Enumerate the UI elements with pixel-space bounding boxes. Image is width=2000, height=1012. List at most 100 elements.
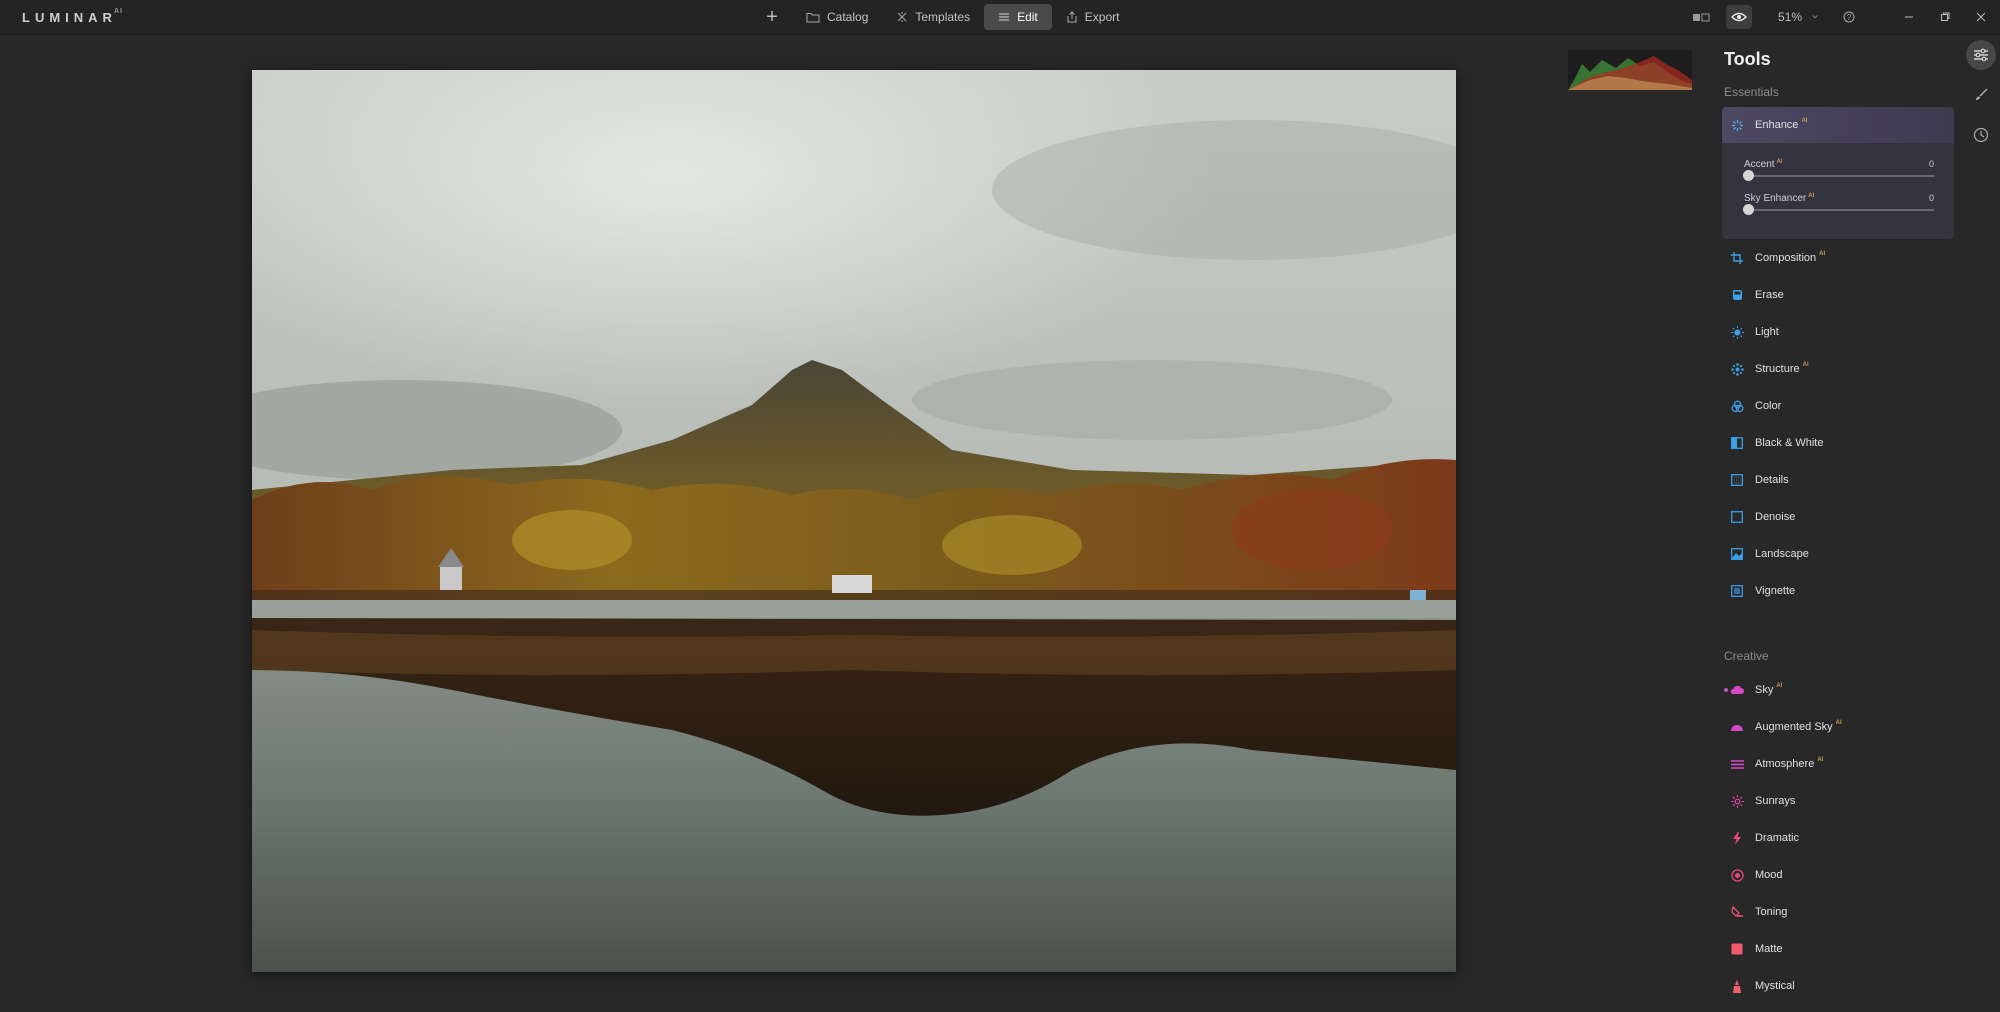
photo-canvas[interactable] (252, 70, 1456, 972)
restore-button[interactable] (1934, 0, 1956, 34)
tool-structure[interactable]: Structure AI (1722, 355, 1954, 383)
sky-enhancer-knob[interactable] (1743, 204, 1754, 215)
tab-edit-label: Edit (1017, 10, 1038, 24)
toning-icon (1730, 905, 1744, 919)
main-nav: + Catalog Templates Edit Export (758, 4, 1133, 30)
tab-export[interactable]: Export (1052, 4, 1134, 30)
accent-value: 0 (1928, 159, 1934, 169)
mystical-icon (1730, 979, 1744, 993)
tool-sky[interactable]: Sky AI (1722, 676, 1954, 704)
compare-icon (1693, 13, 1710, 22)
sun-icon (1730, 325, 1744, 339)
tool-label: Sky (1755, 684, 1774, 696)
tab-edit[interactable]: Edit (984, 4, 1052, 30)
minimize-button[interactable] (1898, 0, 1920, 34)
tool-label: Denoise (1755, 511, 1796, 523)
ai-badge: AI (1801, 118, 1808, 124)
tool-label: Vignette (1755, 585, 1796, 597)
folder-icon (806, 12, 820, 22)
brush-icon (1976, 88, 1988, 100)
essentials-label: Essentials (1724, 85, 1779, 99)
accent-label-text: Accent (1744, 159, 1775, 170)
history-panel-button[interactable] (1966, 120, 1996, 150)
tool-details[interactable]: Details (1722, 466, 1954, 494)
tool-label: Composition (1755, 252, 1817, 264)
compare-button[interactable] (1690, 0, 1712, 34)
zoom-dropdown[interactable]: 51% (1778, 0, 1818, 34)
accent-knob[interactable] (1743, 170, 1754, 181)
augmented-sky-icon (1730, 720, 1744, 734)
tool-label: Light (1755, 326, 1779, 338)
add-button[interactable]: + (758, 7, 786, 27)
sky-enhancer-slider[interactable]: Sky Enhancer AI 0 (1743, 193, 1934, 217)
tool-mood[interactable]: Mood (1722, 861, 1954, 889)
tool-black-white[interactable]: Black & White (1722, 429, 1954, 457)
tool-label: Structure (1755, 363, 1800, 375)
tool-label: Color (1755, 400, 1782, 412)
enhance-header[interactable]: Enhance AI (1722, 107, 1954, 143)
tool-toning[interactable]: Toning (1722, 898, 1954, 926)
tool-denoise[interactable]: Denoise (1722, 503, 1954, 531)
enhance-panel: Enhance AI Accent AI 0 Sky Enhancer AI 0 (1722, 107, 1954, 239)
matte-icon (1730, 942, 1744, 956)
tool-atmosphere[interactable]: Atmosphere AI (1722, 750, 1954, 778)
brush-panel-button[interactable] (1966, 80, 1996, 110)
tool-erase[interactable]: Erase (1722, 281, 1954, 309)
tool-dramatic[interactable]: Dramatic (1722, 824, 1954, 852)
creative-label: Creative (1724, 649, 1769, 663)
tool-label: Black & White (1755, 437, 1824, 449)
clock-icon (1973, 127, 1989, 143)
tool-label: Details (1755, 474, 1789, 486)
chevron-down-icon (1812, 15, 1818, 19)
accent-slider[interactable]: Accent AI 0 (1743, 159, 1934, 183)
tool-augmented-sky[interactable]: Augmented Sky AI (1722, 713, 1954, 741)
lightning-icon (1730, 831, 1744, 845)
ai-badge: AI (1808, 193, 1815, 199)
crop-icon (1730, 251, 1744, 265)
tool-label: Mystical (1755, 980, 1795, 992)
tab-templates[interactable]: Templates (882, 4, 984, 30)
tool-label: Atmosphere (1755, 758, 1815, 770)
svg-text:?: ? (1847, 13, 1852, 22)
sky-enhancer-track[interactable] (1744, 209, 1934, 211)
tool-label: Augmented Sky (1755, 721, 1833, 733)
export-icon (1067, 11, 1077, 23)
preview-button[interactable] (1726, 5, 1752, 29)
help-icon: ? (1843, 11, 1855, 23)
histogram (1568, 50, 1692, 90)
sunrays-icon (1730, 794, 1744, 808)
tool-vignette[interactable]: Vignette (1722, 577, 1954, 605)
tool-enhance[interactable]: Enhance AI (1722, 111, 1954, 139)
tool-mystical[interactable]: Mystical (1722, 972, 1954, 1000)
tool-color[interactable]: Color (1722, 392, 1954, 420)
eye-icon (1731, 12, 1747, 22)
atmosphere-icon (1730, 757, 1744, 771)
details-icon (1730, 473, 1744, 487)
close-button[interactable] (1970, 0, 1992, 34)
tool-enhance-label: Enhance (1755, 119, 1799, 131)
top-bar: LUMINARAI + Catalog Templates Edit Expor… (0, 0, 2000, 35)
eraser-icon (1730, 288, 1744, 302)
tool-composition[interactable]: Composition AI (1722, 244, 1954, 272)
sky-enhancer-label: Sky Enhancer AI (1744, 193, 1814, 204)
vignette-icon (1730, 584, 1744, 598)
ai-badge: AI (1802, 362, 1809, 368)
tool-label: Erase (1755, 289, 1784, 301)
help-button[interactable]: ? (1838, 0, 1860, 34)
accent-track[interactable] (1744, 175, 1934, 177)
color-icon (1730, 399, 1744, 413)
minimize-icon (1905, 16, 1913, 18)
close-icon (1976, 12, 1986, 22)
tool-matte[interactable]: Matte (1722, 935, 1954, 963)
tab-templates-label: Templates (915, 10, 971, 24)
tab-catalog[interactable]: Catalog (792, 4, 882, 30)
denoise-icon (1730, 510, 1744, 524)
tools-panel-button[interactable] (1966, 40, 1996, 70)
tool-light[interactable]: Light (1722, 318, 1954, 346)
landscape-icon (1730, 547, 1744, 561)
sky-enhancer-value: 0 (1928, 193, 1934, 203)
tool-sunrays[interactable]: Sunrays (1722, 787, 1954, 815)
tool-landscape[interactable]: Landscape (1722, 540, 1954, 568)
enhance-icon (1730, 118, 1744, 132)
templates-icon (898, 12, 907, 22)
